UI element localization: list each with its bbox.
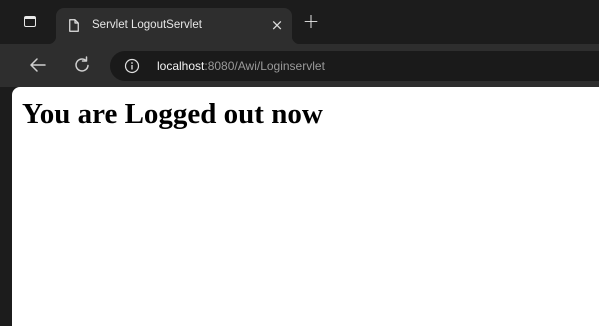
url-path: :8080/Awi/Loginservlet: [204, 59, 325, 73]
info-icon[interactable]: [124, 58, 140, 74]
reload-icon[interactable]: [71, 54, 93, 76]
page-heading: You are Logged out now: [22, 98, 323, 130]
url-host: localhost: [157, 59, 205, 73]
back-arrow-icon[interactable]: [27, 54, 49, 76]
page-icon: [69, 19, 79, 32]
tab-servlet-logout[interactable]: Servlet LogoutServlet ×: [48, 8, 300, 44]
url-text: localhost:8080/Awi/Loginservlet: [157, 59, 325, 73]
toolbar: localhost:8080/Awi/Loginservlet: [0, 44, 599, 87]
tab-strip: Servlet LogoutServlet × +: [0, 0, 599, 44]
close-icon[interactable]: ×: [270, 16, 284, 34]
new-tab-plus-icon[interactable]: +: [302, 11, 320, 31]
tab-title: Servlet LogoutServlet: [92, 19, 202, 31]
address-bar[interactable]: localhost:8080/Awi/Loginservlet: [110, 51, 599, 81]
browser-window: Servlet LogoutServlet × + localhost:8080…: [0, 0, 599, 326]
window-menu-icon[interactable]: [24, 16, 36, 27]
page-viewport: You are Logged out now: [12, 87, 599, 326]
